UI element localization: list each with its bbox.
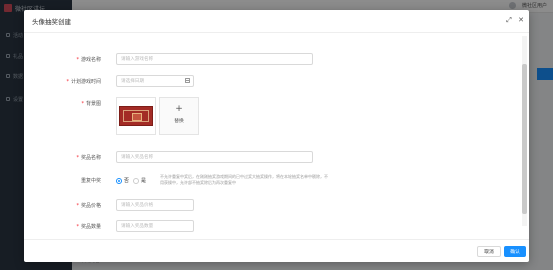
prize-quantity-input[interactable] xyxy=(116,220,194,232)
repeat-win-label: 重复中奖 xyxy=(80,178,101,184)
radio-circle xyxy=(116,177,122,184)
prize-name-input[interactable] xyxy=(116,151,313,163)
scrollbar-thumb[interactable] xyxy=(522,64,527,214)
calendar-icon xyxy=(185,78,190,83)
background-image-preview[interactable] xyxy=(116,97,156,135)
modal-footer: 取消 确认 xyxy=(24,239,529,262)
plus-icon: + xyxy=(175,104,183,114)
prize-price-input[interactable] xyxy=(116,199,194,211)
background-image-label: * 背景图 xyxy=(81,101,101,107)
confirm-button[interactable]: 确认 xyxy=(504,246,526,257)
repeat-win-hint: 不允许重复中奖后，在刚刚抽奖游戏期间的已中过奖大抽奖操作，将在本轮抽奖名单中剔除… xyxy=(160,174,328,185)
replace-image-button[interactable]: + 替换 xyxy=(159,97,199,135)
planned-time-label: * 计划游戏时间 xyxy=(66,79,101,85)
modal-scrollbar[interactable] xyxy=(522,36,527,226)
prize-name-label: * 奖品名称 xyxy=(76,155,101,161)
modal-body: *游戏名称 *计划游戏时间 *背景图 + 替换 *奖品名称 xyxy=(24,33,519,240)
radio-no[interactable]: 否 xyxy=(116,177,129,184)
create-lottery-modal: 头像抽奖创建 ⤢ ✕ *游戏名称 *计划游戏时间 *背景图 + 替换 xyxy=(24,10,529,262)
prize-price-label: * 奖品价格 xyxy=(76,203,101,209)
repeat-win-radio-group: 否 是 xyxy=(116,177,146,184)
date-picker[interactable] xyxy=(116,75,194,87)
planned-time-input[interactable] xyxy=(116,75,194,87)
modal-header: 头像抽奖创建 ⤢ ✕ xyxy=(24,10,529,33)
activity-name-input[interactable] xyxy=(116,53,313,65)
replace-label: 替换 xyxy=(174,119,184,124)
fullscreen-icon[interactable]: ⤢ xyxy=(505,16,513,24)
cancel-button[interactable]: 取消 xyxy=(477,246,501,257)
close-icon[interactable]: ✕ xyxy=(517,16,525,24)
radio-yes[interactable]: 是 xyxy=(133,177,146,184)
prize-quantity-label: * 奖品数量 xyxy=(76,224,101,230)
modal-title: 头像抽奖创建 xyxy=(32,18,71,26)
carpet-image xyxy=(119,106,153,126)
radio-circle xyxy=(133,177,140,184)
activity-name-label: * 游戏名称 xyxy=(76,57,101,63)
